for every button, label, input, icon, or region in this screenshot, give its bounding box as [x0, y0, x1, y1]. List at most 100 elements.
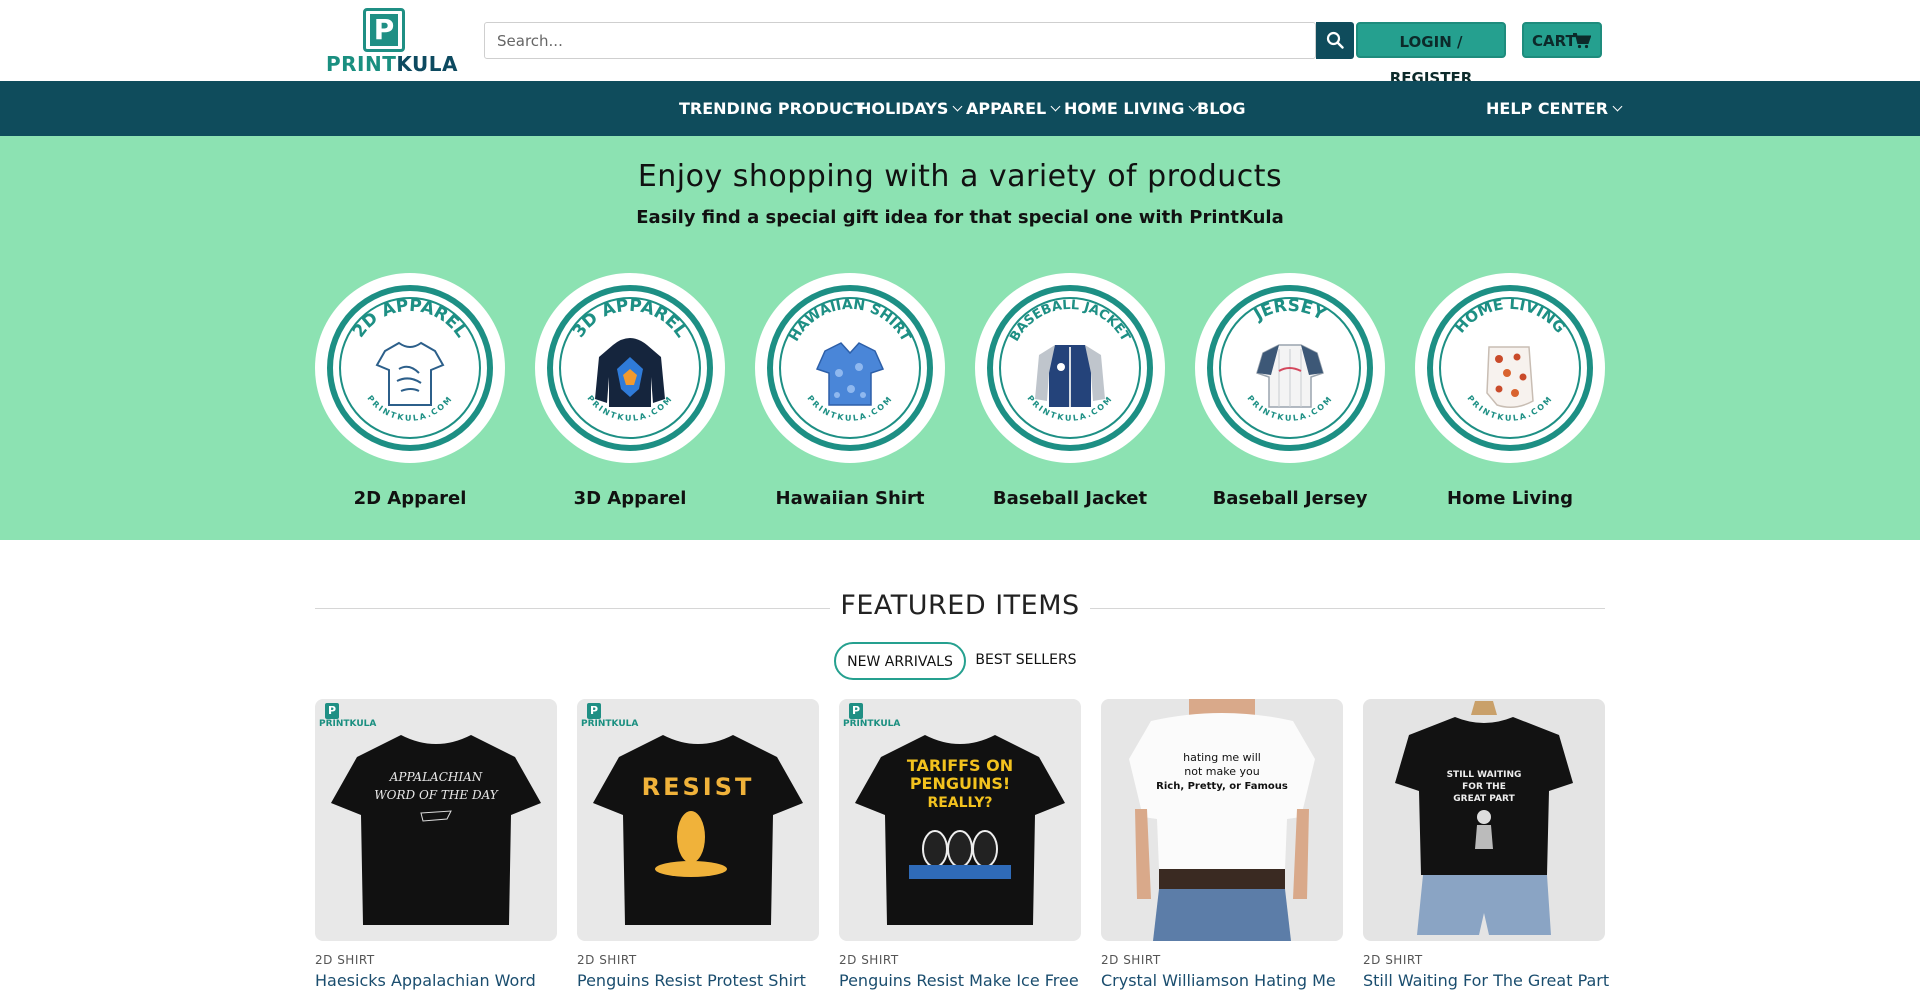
product-category: 2D SHIRT: [577, 953, 637, 967]
product-category: 2D SHIRT: [839, 953, 899, 967]
svg-text:GREAT PART: GREAT PART: [1453, 794, 1515, 804]
product-card[interactable]: hating me will not make you Rich, Pretty…: [1101, 699, 1343, 999]
hero-title: Enjoy shopping with a variety of product…: [637, 159, 1283, 194]
hero-subtitle: Easily find a special gift idea for that…: [636, 207, 1284, 228]
svg-text:2D APPAREL: 2D APPAREL: [349, 296, 471, 342]
svg-text:HAWAIIAN SHIRT: HAWAIIAN SHIRT: [786, 297, 914, 345]
svg-text:PENGUINS!: PENGUINS!: [910, 774, 1010, 793]
login-register-button[interactable]: LOGIN / REGISTER: [1356, 22, 1506, 87]
model-shirt-image: hating me will not make you Rich, Pretty…: [1129, 699, 1315, 941]
category-hawaiian-shirt[interactable]: HAWAIIAN SHIRT PRINTKULA.COM Hawaiian Sh…: [755, 273, 945, 513]
category-badge-text: HOME LIVING PRINTKULA.COM: [1451, 295, 1569, 423]
nav-home-living[interactable]: HOME LIVING: [1064, 81, 1199, 136]
svg-text:JERSEY: JERSEY: [1250, 296, 1330, 326]
product-category: 2D SHIRT: [315, 953, 375, 967]
product-name[interactable]: Penguins Resist Protest Shirt: [577, 971, 806, 990]
tab-best-sellers[interactable]: BEST SELLERS: [970, 642, 1082, 680]
logo-text: PRINTKULA: [326, 52, 458, 76]
product-card[interactable]: APPALACHIAN WORD OF THE DAY P PRINTKULA 2…: [315, 699, 557, 999]
product-name[interactable]: Still Waiting For The Great Part: [1363, 971, 1609, 990]
svg-text:hating me will: hating me will: [1183, 751, 1261, 764]
printkula-badge: P PRINTKULA: [319, 703, 377, 729]
svg-text:TARIFFS ON: TARIFFS ON: [907, 756, 1013, 775]
category-badge-text: 3D APPAREL PRINTKULA.COM: [569, 296, 691, 423]
featured-title: FEATURED ITEMS: [840, 590, 1080, 621]
category-baseball-jersey[interactable]: JERSEY PRINTKULA.COM Baseball Jersey: [1195, 273, 1385, 513]
nav-blog[interactable]: BLOG: [1197, 81, 1246, 136]
svg-text:3D APPAREL: 3D APPAREL: [569, 296, 691, 342]
svg-text:RESIST: RESIST: [642, 773, 755, 801]
svg-text:not make you: not make you: [1184, 765, 1259, 778]
nav-apparel[interactable]: APPAREL: [966, 81, 1061, 136]
model-shirt-image: STILL WAITING FOR THE GREAT PART: [1395, 701, 1573, 935]
category-label: 3D Apparel: [573, 488, 687, 509]
category-2d-apparel[interactable]: 2D APPAREL PRINTKULA.COM 2D Apparel: [315, 273, 505, 513]
main-nav: TRENDING PRODUCT HOLIDAYS APPAREL HOME L…: [0, 81, 1920, 136]
product-card[interactable]: RESIST P PRINTKULA 2D SHIRT Penguins Resi…: [577, 699, 819, 999]
site-header: P PRINTKULA LOGIN / REGISTER CART: [0, 0, 1920, 87]
product-card[interactable]: TARIFFS ON PENGUINS! REALLY? P PRINTKULA …: [839, 699, 1081, 999]
tab-new-arrivals[interactable]: NEW ARRIVALS: [834, 642, 966, 680]
printkula-badge: P PRINTKULA: [581, 703, 639, 729]
cart-label: CART: [1532, 32, 1576, 50]
chevron-down-icon: [952, 101, 963, 112]
hoodie-icon: [595, 338, 665, 407]
category-badge-text: 2D APPAREL PRINTKULA.COM: [349, 296, 471, 423]
divider: [1090, 608, 1605, 609]
product-image[interactable]: hating me will not make you Rich, Pretty…: [1101, 699, 1343, 941]
svg-text:APPALACHIAN: APPALACHIAN: [389, 770, 483, 784]
tshirt-image: TARIFFS ON PENGUINS! REALLY?: [855, 735, 1065, 925]
product-image[interactable]: STILL WAITING FOR THE GREAT PART: [1363, 699, 1605, 941]
logo-mark: P: [363, 8, 405, 52]
product-image[interactable]: RESIST P PRINTKULA: [577, 699, 819, 941]
product-name[interactable]: Crystal Williamson Hating Me: [1101, 971, 1336, 990]
nav-trending-product[interactable]: TRENDING PRODUCT: [679, 81, 864, 136]
chevron-down-icon: [1050, 101, 1061, 112]
search-icon: [1326, 31, 1344, 49]
product-name[interactable]: Penguins Resist Make Ice Free: [839, 971, 1079, 990]
product-image[interactable]: APPALACHIAN WORD OF THE DAY P PRINTKULA: [315, 699, 557, 941]
product-category: 2D SHIRT: [1363, 953, 1423, 967]
category-badge-text: BASEBALL JACKET PRINTKULA.COM: [1007, 298, 1132, 423]
blanket-icon: [1486, 346, 1534, 408]
svg-text:STILL WAITING: STILL WAITING: [1447, 770, 1522, 780]
search-box: [484, 22, 1317, 59]
product-image[interactable]: TARIFFS ON PENGUINS! REALLY? P PRINTKULA: [839, 699, 1081, 941]
jersey-icon: [1256, 344, 1324, 408]
svg-text:HOME LIVING: HOME LIVING: [1451, 295, 1569, 337]
category-label: 2D Apparel: [353, 488, 467, 509]
jacket-icon: [1035, 345, 1105, 407]
category-baseball-jacket[interactable]: BASEBALL JACKET PRINTKULA.COM Baseball J…: [975, 273, 1165, 513]
site-logo[interactable]: P PRINTKULA: [326, 8, 458, 76]
svg-text:WORD OF THE DAY: WORD OF THE DAY: [374, 788, 498, 802]
printkula-badge: P PRINTKULA: [843, 703, 901, 729]
search-input[interactable]: [485, 23, 1317, 58]
svg-text:REALLY?: REALLY?: [927, 795, 992, 811]
category-badge-text: JERSEY PRINTKULA.COM: [1245, 296, 1332, 423]
product-category: 2D SHIRT: [1101, 953, 1161, 967]
tshirt-image: APPALACHIAN WORD OF THE DAY: [331, 735, 541, 925]
product-card[interactable]: STILL WAITING FOR THE GREAT PART 2D SHIR…: [1363, 699, 1609, 999]
hawaiian-shirt-icon: [815, 342, 885, 406]
divider: [315, 608, 830, 609]
category-label: Baseball Jacket: [992, 488, 1148, 509]
category-label: Baseball Jersey: [1212, 488, 1368, 509]
cart-icon: [1573, 33, 1591, 49]
chevron-down-icon: [1612, 101, 1623, 112]
category-label: Hawaiian Shirt: [775, 488, 925, 509]
tshirt-icon: [375, 341, 445, 406]
nav-help-center[interactable]: HELP CENTER: [1486, 81, 1623, 136]
category-home-living[interactable]: HOME LIVING PRINTKULA.COM Home Living: [1415, 273, 1605, 513]
cart-button[interactable]: CART: [1522, 22, 1602, 58]
hero-section: Enjoy shopping with a variety of product…: [0, 136, 1920, 540]
svg-text:Rich, Pretty, or Famous: Rich, Pretty, or Famous: [1156, 781, 1288, 792]
svg-text:FOR THE: FOR THE: [1462, 782, 1506, 792]
category-badge-text: HAWAIIAN SHIRT PRINTKULA.COM: [786, 297, 914, 423]
nav-holidays[interactable]: HOLIDAYS: [858, 81, 963, 136]
category-label: Home Living: [1447, 488, 1573, 509]
tshirt-image: RESIST: [593, 735, 803, 925]
svg-text:BASEBALL JACKET: BASEBALL JACKET: [1007, 298, 1132, 344]
category-3d-apparel[interactable]: 3D APPAREL PRINTKULA.COM 3D Apparel: [535, 273, 725, 513]
search-button[interactable]: [1316, 22, 1354, 59]
product-name[interactable]: Haesicks Appalachian Word: [315, 971, 536, 990]
